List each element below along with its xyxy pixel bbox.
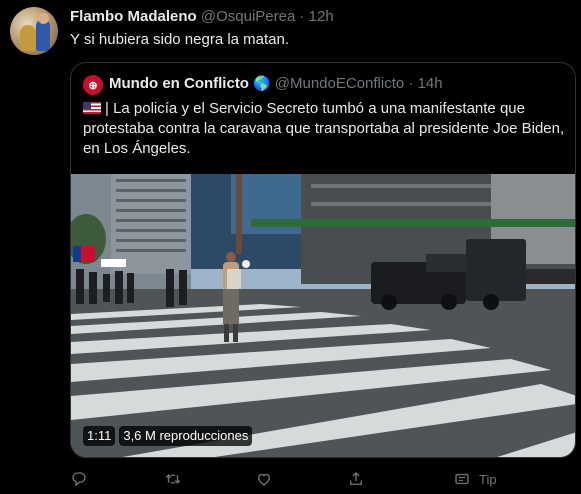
quoted-separator: ·: [408, 75, 414, 92]
action-bar: Tip: [70, 470, 570, 490]
view-count: 3,6 M reproducciones: [119, 426, 253, 446]
video-player[interactable]: 1:11 3,6 M reproducciones: [71, 174, 575, 457]
us-flag-icon: [83, 102, 101, 114]
tip-label: Tip: [479, 471, 497, 487]
author-name[interactable]: Flambo Madaleno: [70, 8, 197, 25]
share-icon: [350, 472, 362, 485]
quoted-tweet[interactable]: ⊕ Mundo en Conflicto 🌎 @MundoEConflicto …: [70, 62, 576, 458]
tip-button[interactable]: Tip: [453, 470, 497, 488]
separator: ·: [299, 8, 305, 25]
tweet-header: Flambo Madaleno @OsquiPerea · 12h: [70, 8, 334, 25]
tip-icon: [455, 473, 469, 485]
globe-icon: 🌎: [253, 75, 271, 91]
tweet-text: Y si hubiera sido negra la matan.: [70, 31, 290, 48]
retweet-icon: [165, 473, 181, 485]
quoted-author-handle[interactable]: @MundoEConflicto: [275, 75, 404, 92]
quoted-avatar[interactable]: ⊕: [83, 75, 103, 95]
quoted-text: | La policía y el Servicio Secreto tumbó…: [83, 99, 568, 159]
share-button[interactable]: [347, 470, 365, 488]
quoted-author-name[interactable]: Mundo en Conflicto: [109, 75, 249, 92]
tweet[interactable]: Flambo Madaleno @OsquiPerea · 12h Y si h…: [0, 0, 581, 494]
quoted-header: Mundo en Conflicto 🌎 @MundoEConflicto · …: [109, 75, 443, 92]
like-icon: [258, 473, 270, 486]
video-duration: 1:11: [83, 426, 116, 446]
quoted-text-body: | La policía y el Servicio Secreto tumbó…: [83, 100, 565, 157]
media-badge: 1:11 3,6 M reproducciones: [83, 426, 253, 446]
like-button[interactable]: [255, 470, 273, 488]
reply-button[interactable]: [70, 470, 88, 488]
author-handle[interactable]: @OsquiPerea: [201, 8, 295, 25]
reply-icon: [72, 472, 86, 487]
avatar[interactable]: [10, 7, 58, 55]
video-frame: [71, 174, 575, 457]
timestamp[interactable]: 12h: [309, 8, 334, 25]
retweet-button[interactable]: [164, 470, 182, 488]
quoted-timestamp[interactable]: 14h: [418, 75, 443, 92]
